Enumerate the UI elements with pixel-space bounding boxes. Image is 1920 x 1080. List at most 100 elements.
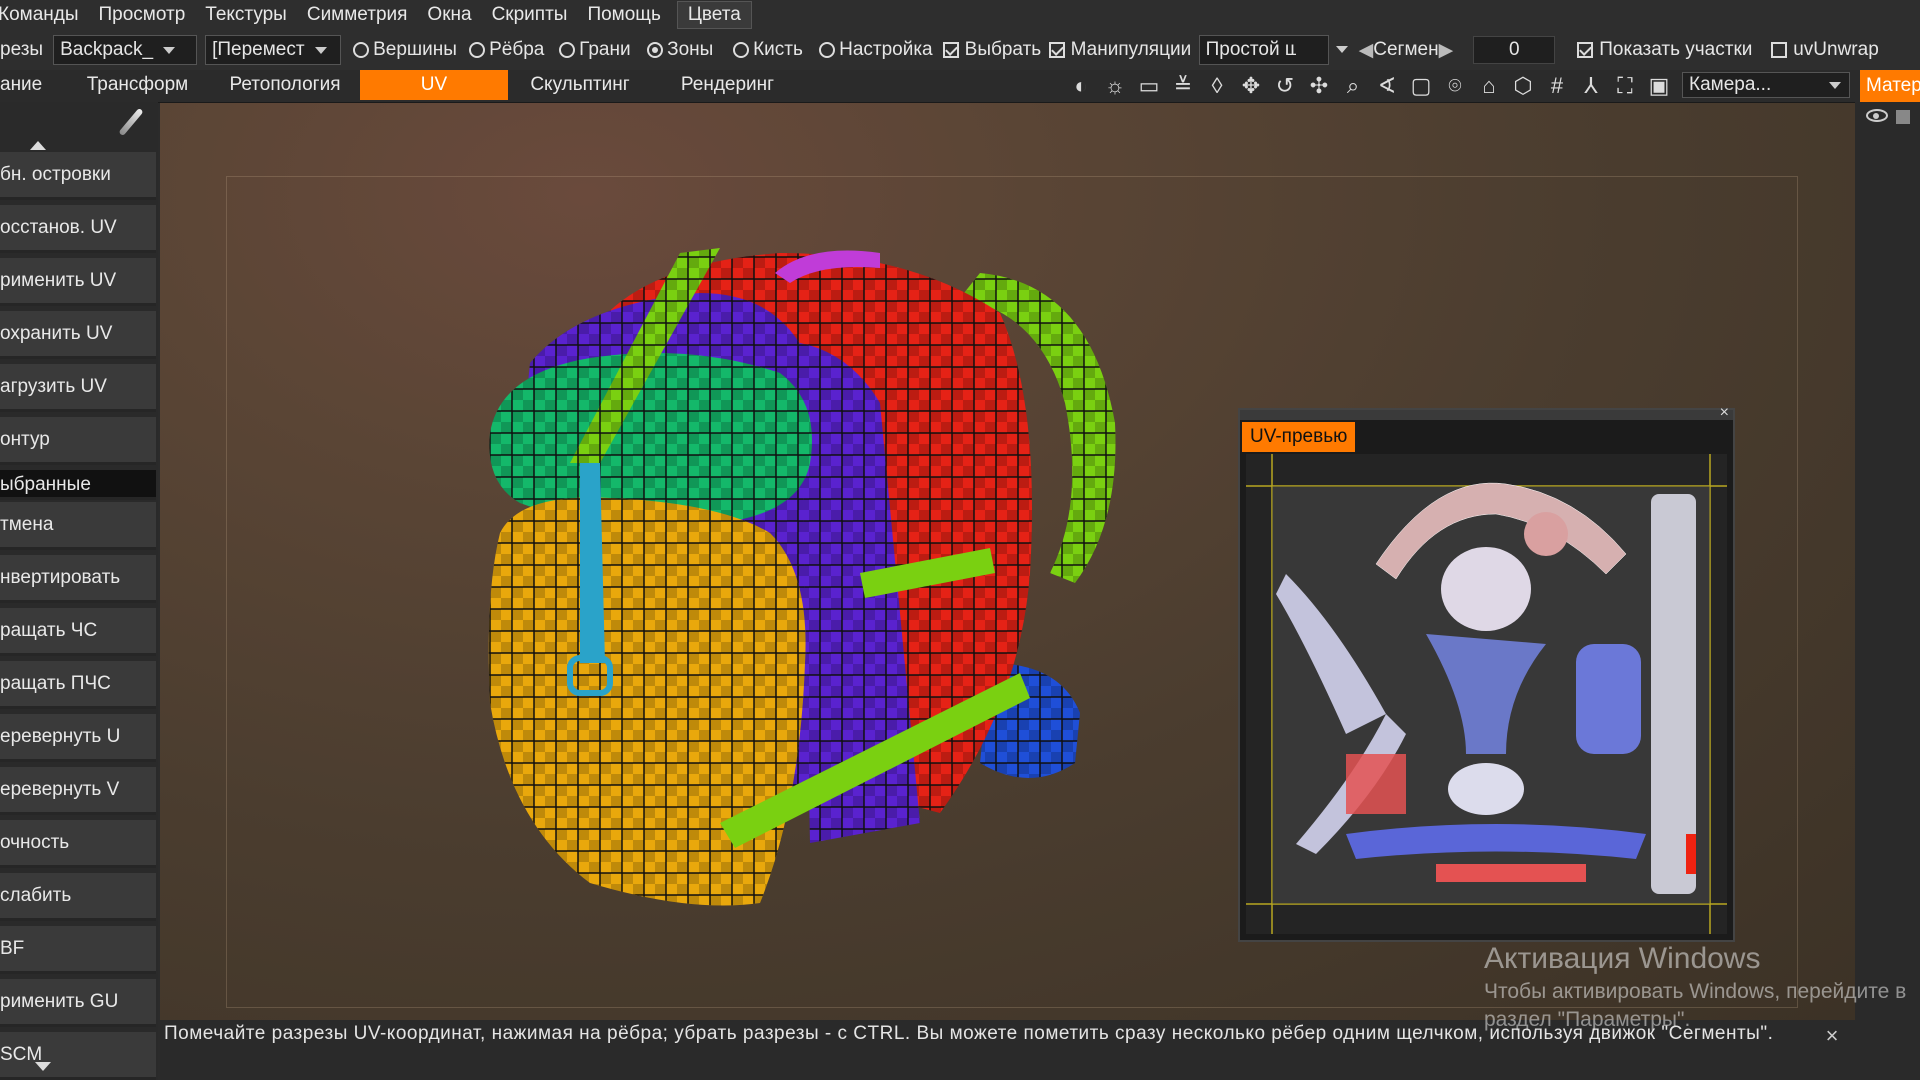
sidebar-item-undo[interactable]: тмена — [0, 502, 156, 550]
uv-preview-canvas[interactable] — [1246, 454, 1727, 934]
show-parts-label: Показать участки — [1599, 39, 1753, 60]
windows-activation-watermark: Активация Windows Чтобы активировать Win… — [1484, 942, 1906, 1032]
sidebar-item-flip-v[interactable]: еревернуть V — [0, 767, 156, 815]
radio-edges[interactable] — [469, 42, 486, 58]
radio-brush-label: Кисть — [753, 39, 803, 60]
pan-icon[interactable]: ✥ — [1234, 70, 1268, 102]
uv-preview-tab[interactable]: UV-превью — [1242, 422, 1356, 452]
sidebar-item-contour[interactable]: онтур — [0, 417, 156, 465]
scroll-down-icon[interactable] — [35, 1062, 51, 1071]
menu-textures[interactable]: Текстуры — [195, 0, 297, 30]
sidebar-item-selected[interactable]: ыбранные — [0, 470, 156, 500]
cube-icon[interactable]: ⬡ — [1506, 70, 1540, 102]
segments-value-input[interactable]: 0 — [1473, 36, 1556, 64]
light-icon[interactable]: ☼ — [1098, 70, 1132, 102]
scroll-up-icon[interactable] — [30, 141, 46, 150]
radio-vertices[interactable] — [353, 42, 370, 58]
close-icon[interactable]: × — [1720, 404, 1729, 422]
viewport-icons: ◐ ☼ ▭ ≚ ◊ ✥ ↺ ✣ ⌕ ∢ ▢ ⌾ ⌂ ⬡ # ⅄ ⛶ ▣ — [1064, 70, 1676, 102]
tab-rendering[interactable]: Рендеринг — [655, 70, 800, 100]
watermark-line-2: раздел "Параметры". — [1484, 1008, 1691, 1031]
segments-label: Сегмен — [1373, 39, 1439, 60]
uvunwrap-label: uvUnwrap — [1793, 39, 1879, 60]
screenshot-icon[interactable]: ▣ — [1642, 70, 1676, 102]
radio-edges-label: Рёбра — [489, 39, 545, 60]
tool-select-value: [Перемест — [212, 39, 305, 60]
sidebar-item-flip-u[interactable]: еревернуть U — [0, 714, 156, 762]
watermark-line-1: Чтобы активировать Windows, перейдите в — [1484, 980, 1907, 1003]
tab-painting[interactable]: ание — [0, 70, 42, 100]
sidebar-item-bf[interactable]: BF — [0, 926, 156, 974]
grid-plane-icon[interactable]: ≚ — [1166, 70, 1200, 102]
menu-scripts[interactable]: Скрипты — [482, 0, 578, 30]
grid-icon[interactable]: # — [1540, 70, 1574, 102]
sidebar-item-load-uv[interactable]: агрузить UV — [0, 364, 156, 412]
sidebar-item-accuracy[interactable]: очность — [0, 820, 156, 868]
fullscreen-icon[interactable]: ⛶ — [1608, 70, 1642, 102]
tool-options-bar: резы Backpack_ [Перемест Вершины Рёбра Г… — [0, 30, 1920, 70]
sidebar-item-restore-uv[interactable]: осстанов. UV — [0, 205, 156, 253]
sidebar-item-update-islands[interactable]: бн. островки — [0, 152, 156, 200]
home-icon[interactable]: ⌂ — [1472, 70, 1506, 102]
sidebar-item-rotate-cw[interactable]: ращать ЧС — [0, 608, 156, 656]
radio-settings[interactable] — [819, 42, 836, 58]
sidebar-item-relax[interactable]: слабить — [0, 873, 156, 921]
object-select-value: Backpack_ — [60, 39, 154, 60]
tab-transform[interactable]: Трансформ — [70, 70, 205, 100]
select-checkbox-label: Выбрать — [964, 39, 1042, 60]
focus-icon[interactable]: ⌾ — [1438, 70, 1472, 102]
object-select[interactable]: Backpack_ — [53, 35, 198, 65]
frame-icon[interactable]: ▭ — [1132, 70, 1166, 102]
menu-symmetry[interactable]: Симметрия — [297, 0, 418, 30]
menu-view[interactable]: Просмотр — [89, 0, 196, 30]
radio-faces-label: Грани — [579, 39, 631, 60]
uv-preview-window: × UV-превью — [1238, 404, 1735, 942]
sidebar-item-invert[interactable]: нвертировать — [0, 555, 156, 603]
materials-tab[interactable]: Матер — [1860, 70, 1920, 102]
perspective-icon[interactable]: ∢ — [1370, 70, 1404, 102]
toolbar-left-label: резы — [0, 39, 44, 60]
zoom-icon[interactable]: ⌕ — [1336, 70, 1370, 102]
sidebar-item-scm[interactable]: SCM — [0, 1032, 156, 1080]
sidebar-item-save-uv[interactable]: охранить UV — [0, 311, 156, 359]
radio-zones[interactable] — [647, 42, 664, 58]
sidebar-item-rotate-ccw[interactable]: ращать ПЧС — [0, 661, 156, 709]
radio-faces[interactable] — [559, 42, 576, 58]
manipulators-checkbox[interactable] — [1048, 42, 1065, 58]
drop-icon[interactable]: ◊ — [1200, 70, 1234, 102]
menu-help[interactable]: Помощь — [577, 0, 670, 30]
menu-colors[interactable]: Цвета — [676, 1, 752, 29]
select-checkbox[interactable] — [942, 42, 959, 58]
sidebar-item-apply-uv[interactable]: рименить UV — [0, 258, 156, 306]
show-parts-checkbox[interactable] — [1577, 42, 1594, 58]
lock-icon[interactable] — [1896, 110, 1910, 124]
move-icon[interactable]: ✣ — [1302, 70, 1336, 102]
chevron-down-icon — [1335, 46, 1348, 53]
radio-brush[interactable] — [733, 42, 750, 58]
tab-uv[interactable]: UV — [360, 70, 508, 100]
radio-settings-label: Настройка — [839, 39, 933, 60]
segments-right-arrow[interactable]: ▶ — [1439, 39, 1454, 62]
axes-icon[interactable]: ⅄ — [1574, 70, 1608, 102]
materials-panel — [1855, 102, 1920, 1080]
mode-select[interactable]: Простой ш — [1198, 35, 1348, 65]
menu-windows[interactable]: Окна — [417, 0, 481, 30]
chevron-down-icon — [1829, 82, 1841, 89]
view-frame-icon[interactable]: ▢ — [1404, 70, 1438, 102]
camera-select[interactable]: Камера... — [1682, 72, 1850, 98]
rotate-icon[interactable]: ↺ — [1268, 70, 1302, 102]
sidebar-item-apply-gu[interactable]: рименить GU — [0, 979, 156, 1027]
chevron-down-icon — [163, 46, 176, 54]
uvunwrap-checkbox[interactable] — [1771, 42, 1788, 58]
mode-select-value: Простой ш — [1205, 39, 1296, 60]
segments-left-arrow[interactable]: ◀ — [1359, 39, 1374, 62]
tool-select[interactable]: [Перемест — [205, 35, 342, 65]
eye-icon[interactable] — [1866, 109, 1888, 122]
uv-preview-titlebar[interactable] — [1240, 410, 1733, 420]
menu-bar: Команды Просмотр Текстуры Симметрия Окна… — [0, 0, 1920, 30]
tab-sculpting[interactable]: Скульптинг — [510, 70, 650, 100]
menu-commands[interactable]: Команды — [0, 0, 89, 30]
tab-retopology[interactable]: Ретопология — [210, 70, 360, 100]
radio-zones-label: Зоны — [667, 39, 714, 60]
contrast-icon[interactable]: ◐ — [1064, 70, 1098, 102]
